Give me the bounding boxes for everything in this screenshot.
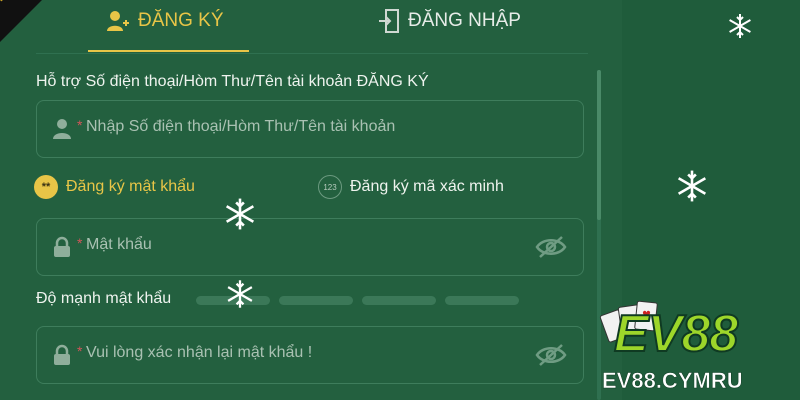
- code-badge-icon: 123: [318, 175, 342, 199]
- tabs-divider: [36, 53, 588, 54]
- confirm-password-placeholder: Vui lòng xác nhận lại mật khẩu !: [86, 344, 313, 361]
- option-register-password-label: Đăng ký mật khẩu: [66, 178, 195, 195]
- password-field[interactable]: * Mật khẩu: [36, 218, 584, 276]
- eye-off-icon[interactable]: [535, 234, 567, 260]
- tab-register[interactable]: ĐĂNG KÝ: [106, 6, 224, 36]
- eye-off-icon[interactable]: [535, 342, 567, 368]
- login-door-icon: [379, 9, 399, 33]
- user-icon: [53, 119, 71, 139]
- strength-bar: [445, 296, 519, 305]
- auth-tabs: ĐĂNG KÝ ĐĂNG NHẬP: [88, 0, 548, 52]
- user-add-icon: [107, 11, 129, 31]
- logo-domain: EV88.CYMRU: [602, 368, 743, 394]
- corner-decoration: [0, 0, 42, 42]
- required-mark: *: [77, 117, 83, 133]
- lock-icon: [54, 236, 70, 257]
- confirm-password-field[interactable]: * Vui lòng xác nhận lại mật khẩu !: [36, 326, 584, 384]
- lock-icon: [54, 344, 70, 365]
- option-register-password[interactable]: ** Đăng ký mật khẩu: [34, 175, 195, 199]
- active-tab-indicator: [88, 50, 249, 52]
- snowflake-icon: [677, 170, 707, 202]
- option-register-code[interactable]: 123 Đăng ký mã xác minh: [318, 175, 504, 199]
- register-support-label: Hỗ trợ Số điện thoại/Hòm Thư/Tên tài kho…: [36, 73, 429, 90]
- ev88-logo: ♥ EV88 EV88.CYMRU: [596, 292, 800, 400]
- strength-bar: [279, 296, 353, 305]
- password-placeholder: Mật khẩu: [86, 236, 152, 253]
- tab-login[interactable]: ĐĂNG NHẬP: [378, 6, 521, 36]
- smiley-icon: **: [34, 175, 58, 199]
- password-strength-label: Độ mạnh mật khẩu: [36, 290, 172, 307]
- option-register-code-label: Đăng ký mã xác minh: [350, 178, 504, 195]
- required-mark: *: [77, 235, 83, 251]
- snowflake-icon: [227, 280, 253, 308]
- required-mark: *: [77, 343, 83, 359]
- account-placeholder: Nhập Số điện thoại/Hòm Thư/Tên tài khoản: [86, 118, 396, 135]
- tab-login-label: ĐĂNG NHẬP: [408, 10, 521, 31]
- account-field[interactable]: * Nhập Số điện thoại/Hòm Thư/Tên tài kho…: [36, 100, 584, 158]
- strength-bar: [362, 296, 436, 305]
- scrollbar-thumb[interactable]: [597, 70, 601, 220]
- snowflake-icon: [729, 14, 751, 38]
- tab-register-label: ĐĂNG KÝ: [138, 10, 224, 31]
- logo-text: EV88: [613, 304, 739, 364]
- snowflake-icon: [225, 198, 255, 230]
